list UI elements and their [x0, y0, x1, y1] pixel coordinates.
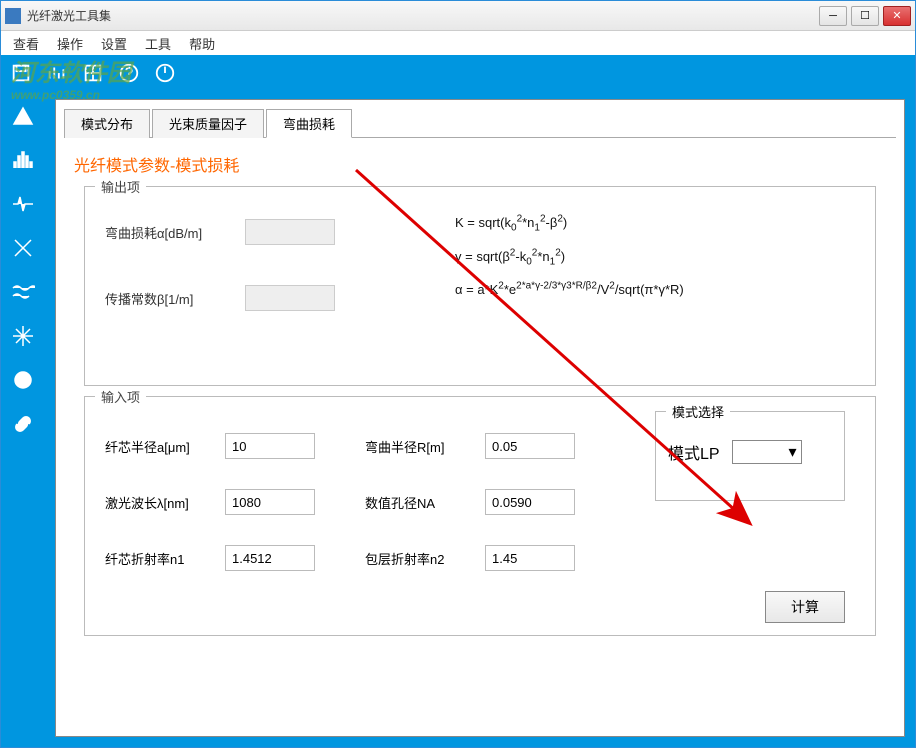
side-spectrum-icon[interactable]: [8, 145, 38, 175]
formula-gamma: γ = sqrt(β2-k02*n12): [455, 241, 684, 275]
tab-mode-distribution[interactable]: 模式分布: [64, 109, 150, 138]
clad-index-label: 包层折射率n2: [365, 549, 485, 568]
bend-loss-label: 弯曲损耗α[dB/m]: [105, 223, 225, 242]
tool-grid-icon[interactable]: [79, 59, 107, 87]
prop-const-label: 传播常数β[1/m]: [105, 289, 225, 308]
minimize-button[interactable]: ─: [819, 6, 847, 26]
side-target-icon[interactable]: [8, 365, 38, 395]
core-radius-input[interactable]: [225, 433, 315, 459]
tabbar: 模式分布 光束质量因子 弯曲损耗: [64, 108, 896, 138]
side-cross-icon[interactable]: [8, 233, 38, 263]
side-triangle-icon[interactable]: [8, 101, 38, 131]
na-input[interactable]: [485, 489, 575, 515]
mode-group-label: 模式选择: [666, 402, 730, 421]
side-waves-icon[interactable]: [8, 277, 38, 307]
side-pulse-icon[interactable]: [8, 189, 38, 219]
wavelength-input[interactable]: [225, 489, 315, 515]
side-arrows-icon[interactable]: [8, 321, 38, 351]
core-index-input[interactable]: [225, 545, 315, 571]
bend-loss-output: [245, 219, 335, 245]
na-label: 数值孔径NA: [365, 493, 485, 512]
toolbar: [1, 55, 915, 91]
prop-const-output: [245, 285, 335, 311]
calculate-button[interactable]: 计算: [765, 591, 845, 623]
maximize-button[interactable]: ☐: [851, 6, 879, 26]
menu-settings[interactable]: 设置: [93, 32, 135, 55]
formula-alpha: α = a*K2*e2*a*γ-2/3*γ3*R/β2/V2/sqrt(π*γ*…: [455, 274, 684, 305]
formulas: K = sqrt(k02*n12-β2) γ = sqrt(β2-k02*n12…: [455, 207, 684, 305]
input-group: 输入项 纤芯半径a[μm] 弯曲半径R[m] 激光波长λ[nm] 数值孔径NA …: [84, 396, 876, 636]
core-index-label: 纤芯折射率n1: [105, 549, 225, 568]
tab-bend-loss[interactable]: 弯曲损耗: [266, 109, 352, 138]
wavelength-label: 激光波长λ[nm]: [105, 493, 225, 512]
clad-index-input[interactable]: [485, 545, 575, 571]
menu-help[interactable]: 帮助: [181, 32, 223, 55]
core-radius-label: 纤芯半径a[μm]: [105, 437, 225, 456]
main-panel: 模式分布 光束质量因子 弯曲损耗 光纤模式参数-模式损耗 输出项 弯曲损耗α[d…: [55, 99, 905, 737]
tool-help-icon[interactable]: [115, 59, 143, 87]
window-title: 光纤激光工具集: [27, 7, 819, 24]
mode-select-group: 模式选择 模式LP ▾: [655, 411, 845, 501]
output-group: 输出项 弯曲损耗α[dB/m] 传播常数β[1/m] K = sqrt(k02*…: [84, 186, 876, 386]
menubar: 查看 操作 设置 工具 帮助: [1, 31, 915, 55]
input-group-label: 输入项: [95, 387, 146, 406]
mode-lp-label: 模式LP: [668, 440, 720, 464]
tab-beam-quality[interactable]: 光束质量因子: [152, 109, 264, 138]
close-button[interactable]: ✕: [883, 6, 911, 26]
app-window: 光纤激光工具集 ─ ☐ ✕ 查看 操作 设置 工具 帮助 河东软件园 www.p…: [0, 0, 916, 748]
titlebar: 光纤激光工具集 ─ ☐ ✕: [1, 1, 915, 31]
mode-lp-select[interactable]: ▾: [732, 440, 802, 464]
output-group-label: 输出项: [95, 177, 146, 196]
menu-operate[interactable]: 操作: [49, 32, 91, 55]
bend-radius-input[interactable]: [485, 433, 575, 459]
tool-bars-icon[interactable]: [43, 59, 71, 87]
section-title: 光纤模式参数-模式损耗: [74, 152, 896, 176]
app-icon: [5, 8, 21, 24]
tool-save-icon[interactable]: [7, 59, 35, 87]
bend-radius-label: 弯曲半径R[m]: [365, 437, 485, 456]
menu-tools[interactable]: 工具: [137, 32, 179, 55]
sidebar: [1, 91, 45, 747]
menu-view[interactable]: 查看: [5, 32, 47, 55]
chevron-down-icon: ▾: [789, 442, 797, 462]
tool-power-icon[interactable]: [151, 59, 179, 87]
side-link-icon[interactable]: [8, 409, 38, 439]
formula-K: K = sqrt(k02*n12-β2): [455, 207, 684, 241]
